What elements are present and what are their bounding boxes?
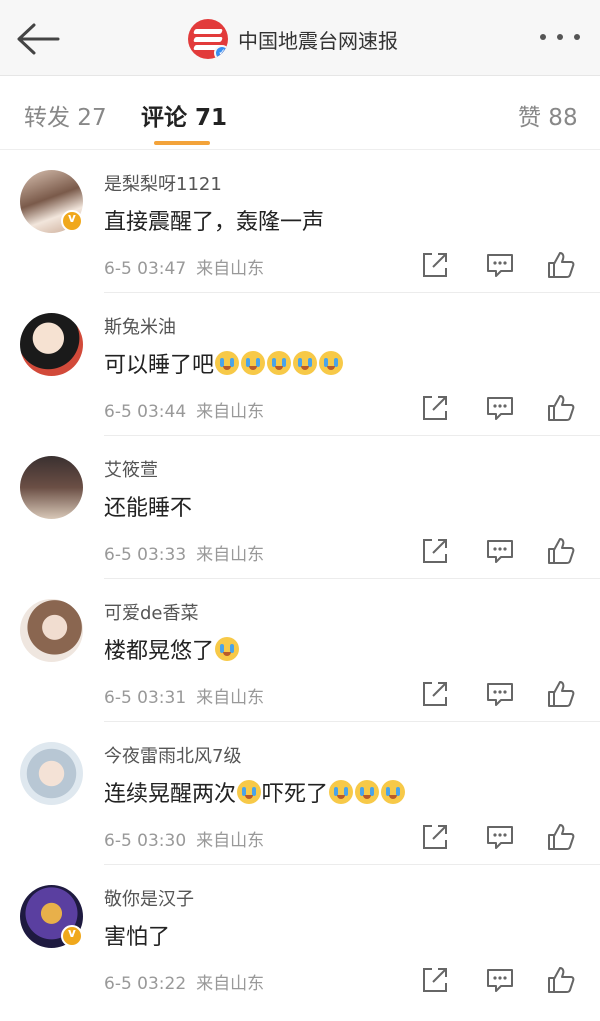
comment-meta: 6-5 03:31 来自山东 (104, 683, 264, 708)
comment-username[interactable]: 是梨梨呀1121 (104, 170, 222, 196)
comment-item: 斯兔米油 可以睡了吧 6-5 03:44 来自山东 (0, 293, 600, 436)
comment-icon[interactable] (485, 965, 515, 995)
like-icon[interactable] (546, 250, 576, 280)
comment-item: 艾筱萱 还能睡不 6-5 03:33 来自山东 (0, 436, 600, 579)
active-tab-indicator (154, 141, 210, 145)
comment-username[interactable]: 斯兔米油 (104, 313, 176, 339)
comment-source: 来自山东 (196, 974, 265, 994)
comment-username[interactable]: 敬你是汉子 (104, 885, 194, 911)
comment-text-part: 吓死了 (262, 782, 329, 807)
page-title: 中国地震台网速报 (238, 28, 398, 53)
verified-badge-icon (61, 210, 83, 232)
like-icon[interactable] (546, 679, 576, 709)
crying-emoji-icon (355, 780, 380, 804)
share-icon[interactable] (420, 679, 450, 709)
comment-time: 6-5 03:31 (104, 688, 187, 708)
crying-emoji-icon (241, 351, 266, 375)
comment-item: 今夜雷雨北风7级 连续晃醒两次 吓死了 6-5 03:30 来自山东 (0, 722, 600, 865)
share-icon[interactable] (420, 393, 450, 423)
comment-time: 6-5 03:30 (104, 831, 187, 851)
verified-badge-icon (61, 925, 83, 947)
comment-icon[interactable] (485, 679, 515, 709)
comment-time: 6-5 03:22 (104, 974, 187, 994)
share-icon[interactable] (420, 965, 450, 995)
comment-text: 可以睡了吧 (104, 347, 344, 379)
comment-item: 可爱de香菜 楼都晃悠了 6-5 03:31 来自山东 (0, 579, 600, 722)
avatar[interactable] (20, 313, 83, 376)
comment-text: 直接震醒了，轰隆一声 (104, 204, 324, 236)
crying-emoji-icon (319, 351, 344, 375)
avatar[interactable] (20, 599, 83, 662)
crying-emoji-icon (215, 637, 240, 661)
comment-meta: 6-5 03:44 来自山东 (104, 397, 264, 422)
share-icon[interactable] (420, 536, 450, 566)
verified-badge-icon: ✓ (214, 45, 228, 59)
comment-text: 害怕了 (104, 919, 170, 951)
tab-like[interactable]: 赞 88 (518, 98, 578, 132)
comment-source: 来自山东 (196, 545, 265, 565)
comment-username[interactable]: 艾筱萱 (104, 456, 158, 482)
comment-item: 敬你是汉子 害怕了 6-5 03:22 来自山东 (0, 865, 600, 1008)
avatar[interactable] (20, 456, 83, 519)
like-icon[interactable] (546, 393, 576, 423)
comment-text-part: 可以睡了吧 (104, 353, 215, 378)
comment-icon[interactable] (485, 393, 515, 423)
comment-meta: 6-5 03:47 来自山东 (104, 254, 264, 279)
crying-emoji-icon (267, 351, 292, 375)
crying-emoji-icon (329, 780, 354, 804)
top-bar: ✓ 中国地震台网速报 (0, 0, 600, 76)
tab-comment[interactable]: 评论 71 (141, 98, 227, 132)
comment-text-part: 楼都晃悠了 (104, 639, 215, 664)
comment-source: 来自山东 (196, 688, 265, 708)
comment-icon[interactable] (485, 822, 515, 852)
comment-icon[interactable] (485, 536, 515, 566)
comment-text-part: 连续晃醒两次 (104, 782, 237, 807)
comment-text: 连续晃醒两次 吓死了 (104, 776, 406, 808)
comment-meta: 6-5 03:30 来自山东 (104, 826, 264, 851)
share-icon[interactable] (420, 822, 450, 852)
comment-source: 来自山东 (196, 831, 265, 851)
comment-text-part: 直接震醒了，轰隆一声 (104, 210, 325, 235)
comment-meta: 6-5 03:33 来自山东 (104, 540, 264, 565)
comment-meta: 6-5 03:22 来自山东 (104, 969, 264, 994)
more-dots-icon[interactable] (540, 34, 580, 44)
like-icon[interactable] (546, 965, 576, 995)
comment-username[interactable]: 可爱de香菜 (104, 599, 199, 625)
like-icon[interactable] (546, 536, 576, 566)
comment-icon[interactable] (485, 250, 515, 280)
comment-item: 是梨梨呀1121 直接震醒了，轰隆一声 6-5 03:47 来自山东 (0, 150, 600, 293)
comment-time: 6-5 03:47 (104, 259, 187, 279)
comment-time: 6-5 03:44 (104, 402, 187, 422)
comment-text: 楼都晃悠了 (104, 633, 240, 665)
comment-time: 6-5 03:33 (104, 545, 187, 565)
back-arrow-icon[interactable] (16, 22, 60, 56)
account-logo-icon: ✓ (188, 19, 228, 59)
comment-text-part: 害怕了 (104, 925, 171, 950)
share-icon[interactable] (420, 250, 450, 280)
crying-emoji-icon (293, 351, 318, 375)
crying-emoji-icon (237, 780, 262, 804)
tab-repost[interactable]: 转发 27 (24, 98, 107, 132)
comment-source: 来自山东 (196, 402, 265, 422)
crying-emoji-icon (381, 780, 406, 804)
comment-text: 还能睡不 (104, 490, 192, 522)
comment-source: 来自山东 (196, 259, 265, 279)
like-icon[interactable] (546, 822, 576, 852)
crying-emoji-icon (215, 351, 240, 375)
tab-bar: 转发 27 评论 71 赞 88 (0, 76, 600, 150)
comment-text-part: 还能睡不 (104, 496, 193, 521)
avatar[interactable] (20, 742, 83, 805)
account-header[interactable]: ✓ 中国地震台网速报 (188, 18, 398, 60)
comment-username[interactable]: 今夜雷雨北风7级 (104, 742, 241, 768)
